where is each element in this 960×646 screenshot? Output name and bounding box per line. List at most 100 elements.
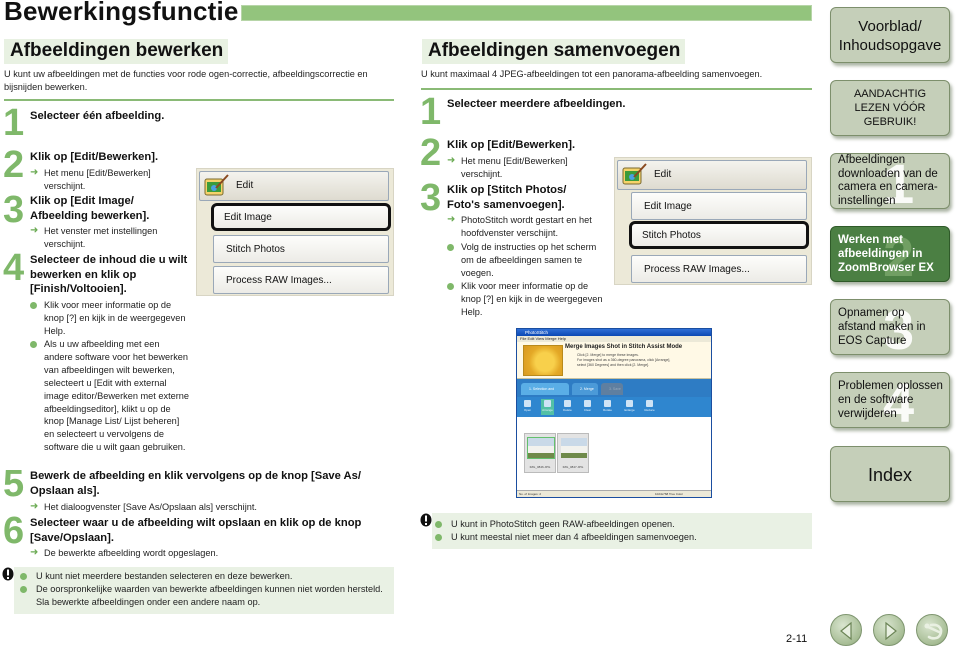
- menu-item-stitch-photos[interactable]: Stitch Photos: [629, 221, 809, 249]
- bullet-icon: [435, 521, 442, 528]
- edit-app-icon: [622, 163, 647, 185]
- step-number: 1: [420, 91, 442, 133]
- step-title: Klik op [Edit/Bewerken].: [30, 151, 159, 163]
- title-accent-bar: [241, 5, 812, 21]
- bullet-icon: [20, 573, 27, 580]
- step-title: Selecteer één afbeelding.: [30, 110, 165, 122]
- caution-icon: [2, 567, 14, 581]
- note-item: U kunt meestal niet meer dan 4 afbeeldin…: [435, 531, 805, 544]
- nav-read-before-use[interactable]: AANDACHTIG LEZEN VÓÓR GEBRUIK!: [830, 80, 950, 136]
- edit-app-icon: [204, 174, 229, 196]
- section-divider: [421, 88, 812, 90]
- step-result: ➜ Het venster met instellingen verschijnt…: [30, 225, 158, 249]
- return-icon: [924, 623, 943, 640]
- photostitch-tabs: 1. Selection and Arrangement 2. Merge 3.…: [517, 379, 711, 403]
- section-heading-stitch: Afbeeldingen samenvoegen: [422, 39, 686, 64]
- stitch-menu-screenshot: Edit Edit Image Stitch Photos Process RA…: [614, 157, 812, 285]
- step-number: 5: [3, 463, 25, 505]
- menu-item-process-raw[interactable]: Process RAW Images...: [631, 255, 807, 283]
- step-result: ➜ PhotoStitch wordt gestart en het hoofdv…: [447, 214, 592, 238]
- step-bullet: Klik voor meer informatie op de knop [?]…: [447, 280, 607, 319]
- photostitch-image-area: IMG_0846.JPG IMG_0847.JPG: [517, 417, 711, 489]
- note-item: De oorspronkelijke waarden van bewerkte …: [20, 583, 390, 608]
- caution-icon: [420, 513, 432, 527]
- page-title: Bewerkingsfunctie: [4, 0, 239, 26]
- tool-reduce[interactable]: Reduce: [643, 399, 656, 415]
- nav-chapter-3[interactable]: 3 Opnamen op afstand maken in EOS Captur…: [830, 299, 950, 355]
- page-number: 2-11: [786, 633, 808, 645]
- step-number: 3: [3, 189, 25, 231]
- note-item: U kunt in PhotoStitch geen RAW-afbeeldin…: [435, 518, 805, 531]
- arrow-icon: ➜: [30, 225, 39, 236]
- section-heading-edit: Afbeeldingen bewerken: [4, 39, 229, 64]
- step-number: 2: [3, 144, 25, 186]
- photostitch-titlebar: PhotoStitch: [517, 329, 711, 336]
- step-number: 6: [3, 510, 25, 552]
- tab-merge[interactable]: 2. Merge: [572, 383, 598, 395]
- bullet-icon: [30, 302, 37, 309]
- next-page-button[interactable]: [873, 614, 905, 646]
- tab-save[interactable]: 3. Save: [601, 383, 623, 395]
- previous-page-button[interactable]: [830, 614, 862, 646]
- arrow-icon: ➜: [30, 167, 39, 178]
- tab-selection[interactable]: 1. Selection and Arrangement: [521, 383, 569, 403]
- tool-arrange[interactable]: Arrange: [541, 399, 554, 415]
- photostitch-toolbar: Open Arrange Delete Clear Rotate Enlarge…: [517, 397, 711, 417]
- tool-enlarge[interactable]: Enlarge: [623, 399, 636, 415]
- step-title: Selecteer waar u de afbeelding wilt opsl…: [30, 517, 362, 544]
- back-button[interactable]: [916, 614, 948, 646]
- step-number: 1: [3, 102, 25, 144]
- nav-cover-contents[interactable]: Voorblad/ Inhoudsopgave: [830, 7, 950, 63]
- arrow-icon: ➜: [447, 214, 456, 225]
- step-title: Selecteer meerdere afbeeldingen.: [447, 98, 626, 110]
- arrow-icon: ➜: [447, 155, 456, 166]
- nav-chapter-4[interactable]: 4 Problemen oplossen en de software verw…: [830, 372, 950, 428]
- bullet-icon: [30, 341, 37, 348]
- photostitch-banner: Merge Images Shot in Stitch Assist Mode …: [517, 342, 711, 379]
- step-title: Selecteer de inhoud die u wilt bewerken …: [30, 254, 188, 295]
- menu-item-stitch-photos[interactable]: Stitch Photos: [213, 235, 389, 263]
- image-thumbnail[interactable]: IMG_0847.JPG: [557, 433, 589, 473]
- bullet-icon: [447, 244, 454, 251]
- step-number: 4: [3, 247, 25, 289]
- photostitch-window-screenshot: PhotoStitch File Edit View Merge Help Me…: [516, 328, 712, 498]
- tool-rotate[interactable]: Rotate: [601, 399, 614, 415]
- step-title: Klik op [Edit Image/ Afbeelding bewerken…: [30, 195, 150, 222]
- bullet-icon: [447, 283, 454, 290]
- stitch-assist-icon: [523, 345, 563, 376]
- photostitch-statusbar: No. of Images: 2 1024x768 True Color: [517, 490, 711, 497]
- step-number: 3: [420, 177, 442, 219]
- step-bullet: Klik voor meer informatie op de knop [?]…: [30, 299, 190, 338]
- step-title: Bewerk de afbeelding en klik vervolgens …: [30, 470, 361, 497]
- tool-delete[interactable]: Delete: [561, 399, 574, 415]
- edit-menu-header: Edit: [617, 160, 807, 190]
- section-intro-stitch: U kunt maximaal 4 JPEG-afbeeldingen tot …: [421, 69, 763, 79]
- edit-menu-screenshot: Edit Edit Image Stitch Photos Process RA…: [196, 168, 394, 296]
- nav-chapter-2[interactable]: 2 Werken met afbeeldingen in ZoomBrowser…: [830, 226, 950, 282]
- step-result: ➜ De bewerkte afbeelding wordt opgeslagen…: [30, 547, 219, 558]
- nav-chapter-1[interactable]: 1 Afbeeldingen downloaden van de camera …: [830, 153, 950, 209]
- menu-item-edit-image[interactable]: Edit Image: [211, 203, 391, 231]
- step-result: ➜ Het dialoogvenster [Save As/Opslaan als…: [30, 501, 257, 512]
- note-item: U kunt niet meerdere bestanden selectere…: [20, 570, 390, 583]
- step-title: Klik op [Stitch Photos/ Foto's samenvoeg…: [447, 184, 567, 211]
- arrow-left-icon: [840, 621, 852, 641]
- menu-item-process-raw[interactable]: Process RAW Images...: [213, 266, 389, 294]
- section-intro-edit: U kunt uw afbeeldingen met de functies v…: [4, 69, 368, 92]
- arrow-icon: ➜: [30, 547, 39, 558]
- edit-menu-header: Edit: [199, 171, 389, 201]
- image-thumbnail[interactable]: IMG_0846.JPG: [524, 433, 556, 473]
- bullet-icon: [435, 534, 442, 541]
- tool-clear[interactable]: Clear: [581, 399, 594, 415]
- step-bullet: Als u uw afbeelding met een andere softw…: [30, 338, 190, 454]
- nav-index[interactable]: Index: [830, 446, 950, 502]
- step-bullet: Volg de instructies op het scherm om de …: [447, 241, 607, 280]
- tool-open[interactable]: Open: [521, 399, 534, 415]
- arrow-right-icon: [885, 621, 897, 641]
- menu-item-edit-image[interactable]: Edit Image: [631, 192, 807, 220]
- step-result: ➜ Het menu [Edit/Bewerken] verschijnt.: [447, 155, 568, 179]
- arrow-icon: ➜: [30, 501, 39, 512]
- step-result: ➜ Het menu [Edit/Bewerken] verschijnt.: [30, 167, 151, 191]
- bullet-icon: [20, 586, 27, 593]
- step-title: Klik op [Edit/Bewerken].: [447, 139, 576, 151]
